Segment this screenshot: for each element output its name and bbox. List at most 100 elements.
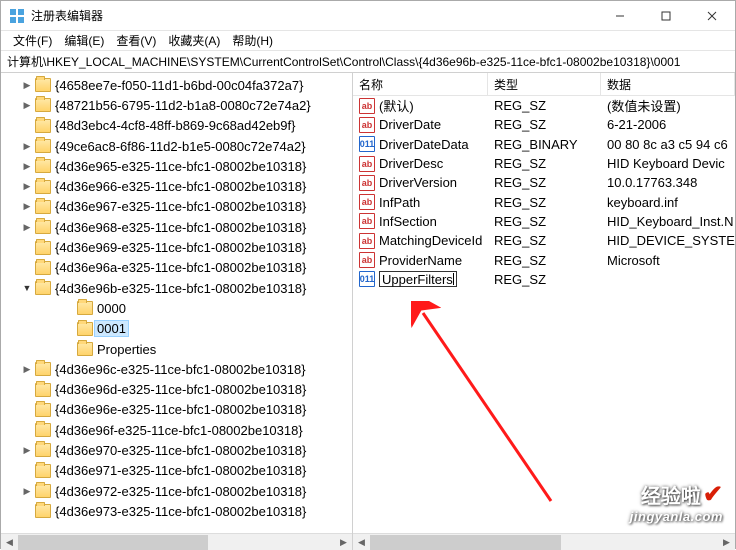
tree-node[interactable]: 0001	[1, 319, 352, 339]
expand-icon[interactable]	[21, 404, 33, 416]
value-row[interactable]: abDriverDateREG_SZ6-21-2006	[353, 115, 735, 134]
menubar: 文件(F) 编辑(E) 查看(V) 收藏夹(A) 帮助(H)	[1, 31, 735, 51]
tree-node[interactable]: {4d36e973-e325-11ce-bfc1-08002be10318}	[1, 501, 352, 521]
tree-node-label: {4d36e96a-e325-11ce-bfc1-08002be10318}	[55, 260, 306, 275]
expand-icon[interactable]	[21, 505, 33, 517]
tree-node[interactable]: ▶{48721b56-6795-11d2-b1a8-0080c72e74a2}	[1, 95, 352, 115]
tree-node[interactable]: {48d3ebc4-4cf8-48ff-b869-9c68ad42eb9f}	[1, 116, 352, 136]
tree-hscrollbar[interactable]: ◀ ▶	[1, 533, 352, 550]
list-header: 名称 类型 数据	[353, 73, 735, 96]
scroll-right-icon[interactable]: ▶	[718, 535, 735, 550]
value-data: (数值未设置)	[601, 96, 735, 115]
folder-icon	[35, 362, 51, 376]
col-name[interactable]: 名称	[353, 73, 488, 95]
value-row[interactable]: abInfPathREG_SZkeyboard.inf	[353, 192, 735, 211]
scroll-right-icon[interactable]: ▶	[335, 535, 352, 550]
value-row[interactable]: 011DriverDateDataREG_BINARY00 80 8c a3 c…	[353, 135, 735, 154]
tree-node[interactable]: ▶ {4d36e970-e325-11ce-bfc1-08002be10318}	[1, 440, 352, 460]
expand-icon[interactable]	[21, 242, 33, 254]
tree-node[interactable]: {4d36e96f-e325-11ce-bfc1-08002be10318}	[1, 420, 352, 440]
value-row[interactable]: abDriverDescREG_SZHID Keyboard Devic	[353, 154, 735, 173]
expand-icon[interactable]	[63, 302, 75, 314]
tree-node[interactable]: ▶{49ce6ac8-6f86-11d2-b1e5-0080c72e74a2}	[1, 136, 352, 156]
col-data[interactable]: 数据	[601, 73, 735, 95]
tree-node[interactable]: Properties	[1, 339, 352, 359]
string-value-icon: ab	[359, 252, 375, 268]
scroll-left-icon[interactable]: ◀	[1, 535, 18, 550]
folder-icon	[35, 139, 51, 153]
value-type: REG_SZ	[488, 195, 601, 210]
folder-icon	[35, 443, 51, 457]
minimize-button[interactable]	[597, 1, 643, 30]
expand-icon[interactable]	[21, 424, 33, 436]
folder-icon	[35, 78, 51, 92]
tree-node[interactable]: {4d36e969-e325-11ce-bfc1-08002be10318}	[1, 237, 352, 257]
registry-tree[interactable]: ▶{4658ee7e-f050-11d1-b6bd-00c04fa372a7}▶…	[1, 73, 352, 533]
close-button[interactable]	[689, 1, 735, 30]
expand-icon[interactable]	[63, 343, 75, 355]
tree-node[interactable]: {4d36e971-e325-11ce-bfc1-08002be10318}	[1, 461, 352, 481]
value-row[interactable]: abDriverVersionREG_SZ10.0.17763.348	[353, 173, 735, 192]
tree-node[interactable]: {4d36e96e-e325-11ce-bfc1-08002be10318}	[1, 400, 352, 420]
tree-node-label: {4d36e968-e325-11ce-bfc1-08002be10318}	[55, 220, 306, 235]
expand-icon[interactable]: ▶	[21, 221, 33, 233]
scroll-left-icon[interactable]: ◀	[353, 535, 370, 550]
expand-icon[interactable]	[63, 323, 75, 335]
folder-icon	[35, 383, 51, 397]
value-name-edit[interactable]: UpperFilters	[379, 271, 457, 287]
list-hscrollbar[interactable]: ◀ ▶	[353, 533, 735, 550]
expand-icon[interactable]: ▶	[21, 181, 33, 193]
tree-node[interactable]: ▶{4d36e96c-e325-11ce-bfc1-08002be10318}	[1, 359, 352, 379]
expand-icon[interactable]: ▶	[21, 201, 33, 213]
expand-icon[interactable]: ▶	[21, 99, 33, 111]
tree-node[interactable]: ▶{4d36e966-e325-11ce-bfc1-08002be10318}	[1, 176, 352, 196]
address-bar[interactable]: 计算机\HKEY_LOCAL_MACHINE\SYSTEM\CurrentCon…	[1, 51, 735, 73]
tree-node-label: {4d36e973-e325-11ce-bfc1-08002be10318}	[55, 504, 306, 519]
expand-icon[interactable]: ▶	[21, 363, 33, 375]
value-row[interactable]: abProviderNameREG_SZMicrosoft	[353, 250, 735, 269]
tree-node-label: {4d36e971-e325-11ce-bfc1-08002be10318}	[55, 463, 306, 478]
value-type: REG_SZ	[488, 117, 601, 132]
tree-node[interactable]: {4d36e96a-e325-11ce-bfc1-08002be10318}	[1, 258, 352, 278]
menu-view[interactable]: 查看(V)	[110, 32, 162, 49]
expand-icon[interactable]: ▶	[21, 79, 33, 91]
expand-icon[interactable]: ▶	[21, 160, 33, 172]
expand-icon[interactable]	[21, 120, 33, 132]
menu-edit[interactable]: 编辑(E)	[58, 32, 110, 49]
folder-icon	[35, 180, 51, 194]
menu-favorites[interactable]: 收藏夹(A)	[162, 32, 226, 49]
expand-icon[interactable]: ▶	[21, 140, 33, 152]
tree-node[interactable]: ▶{4d36e972-e325-11ce-bfc1-08002be10318}	[1, 481, 352, 501]
folder-icon	[35, 464, 51, 478]
expand-icon[interactable]: ▼	[21, 282, 33, 294]
tree-node[interactable]: ▼{4d36e96b-e325-11ce-bfc1-08002be10318}	[1, 278, 352, 298]
expand-icon[interactable]	[21, 465, 33, 477]
folder-icon	[35, 241, 51, 255]
expand-icon[interactable]	[21, 262, 33, 274]
tree-node-label: {4d36e969-e325-11ce-bfc1-08002be10318}	[55, 240, 306, 255]
value-list[interactable]: ab(默认)REG_SZ(数值未设置)abDriverDateREG_SZ6-2…	[353, 96, 735, 533]
value-row[interactable]: ab(默认)REG_SZ(数值未设置)	[353, 96, 735, 115]
value-row[interactable]: 011UpperFiltersREG_SZ	[353, 270, 735, 289]
value-row[interactable]: abInfSectionREG_SZHID_Keyboard_Inst.N	[353, 212, 735, 231]
string-value-icon: ab	[359, 213, 375, 229]
col-type[interactable]: 类型	[488, 73, 601, 95]
value-row[interactable]: abMatchingDeviceIdREG_SZHID_DEVICE_SYSTE…	[353, 231, 735, 250]
tree-node-label: {4d36e970-e325-11ce-bfc1-08002be10318}	[55, 443, 306, 458]
tree-node-label: 0000	[97, 301, 126, 316]
value-data: Microsoft	[601, 253, 735, 268]
expand-icon[interactable]	[21, 384, 33, 396]
window-title: 注册表编辑器	[31, 7, 597, 24]
tree-node[interactable]: {4d36e96d-e325-11ce-bfc1-08002be10318}	[1, 379, 352, 399]
tree-node[interactable]: ▶ {4d36e968-e325-11ce-bfc1-08002be10318}	[1, 217, 352, 237]
tree-node[interactable]: ▶{4d36e965-e325-11ce-bfc1-08002be10318}	[1, 156, 352, 176]
menu-help[interactable]: 帮助(H)	[226, 32, 279, 49]
expand-icon[interactable]: ▶	[21, 485, 33, 497]
tree-node[interactable]: 0000	[1, 298, 352, 318]
tree-node[interactable]: ▶{4d36e967-e325-11ce-bfc1-08002be10318}	[1, 197, 352, 217]
maximize-button[interactable]	[643, 1, 689, 30]
tree-node[interactable]: ▶{4658ee7e-f050-11d1-b6bd-00c04fa372a7}	[1, 75, 352, 95]
value-name: InfSection	[379, 214, 437, 229]
menu-file[interactable]: 文件(F)	[7, 32, 58, 49]
expand-icon[interactable]: ▶	[21, 444, 33, 456]
